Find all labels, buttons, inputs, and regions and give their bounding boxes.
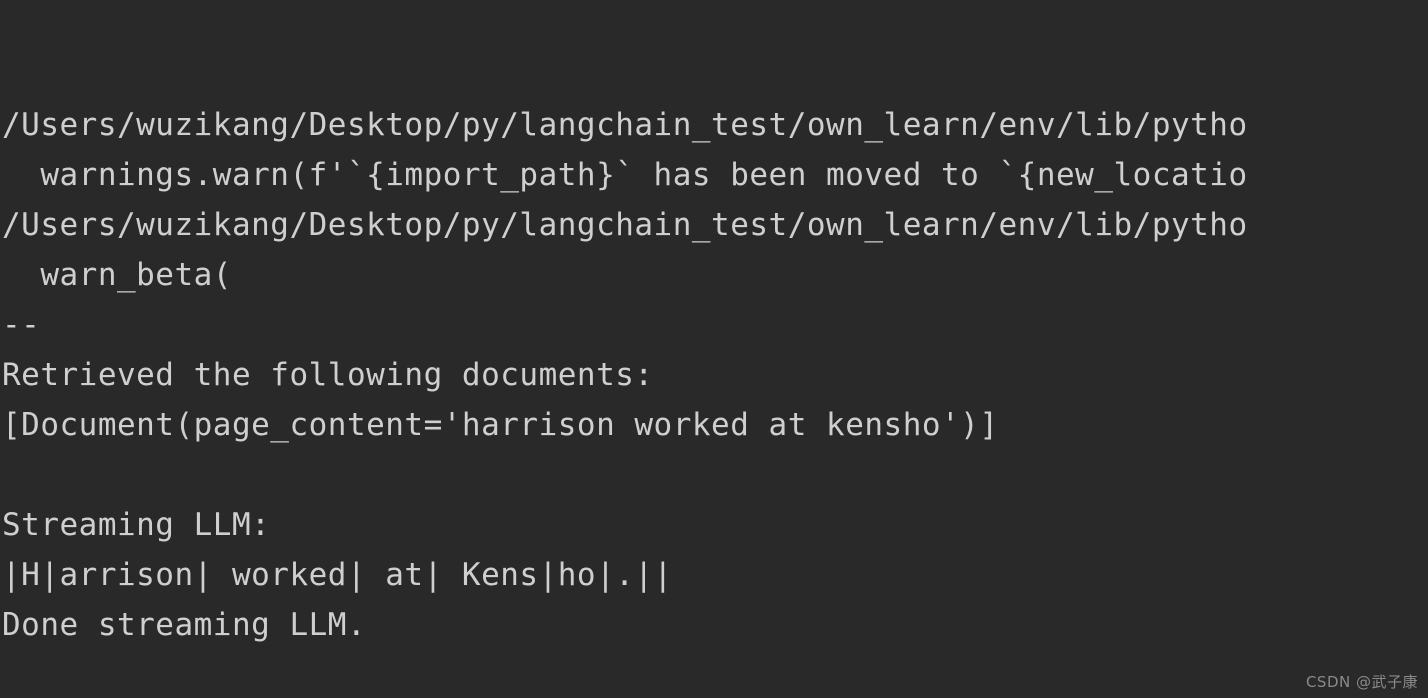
output-line: -- xyxy=(0,300,1428,350)
output-text: /Users/wuzikang/Desktop/py/langchain_tes… xyxy=(2,107,1248,143)
command-line: ➜ python3 test03.py xyxy=(0,50,1428,100)
output-text: Streaming LLM: xyxy=(2,507,271,543)
output-line: Done streaming LLM. xyxy=(0,600,1428,650)
output-text: warnings.warn(f'`{import_path}` has been… xyxy=(2,157,1248,193)
output-line: Retrieved the following documents: xyxy=(0,350,1428,400)
output-line: /Users/wuzikang/Desktop/py/langchain_tes… xyxy=(0,100,1428,150)
output-text: warn_beta( xyxy=(2,257,232,293)
terminal-window[interactable]: py/langchain_test/own_learn via 3.12.2 v… xyxy=(0,0,1428,698)
output-line: /Users/wuzikang/Desktop/py/langchain_tes… xyxy=(0,200,1428,250)
output-text: -- xyxy=(2,307,41,343)
output-line: warn_beta( xyxy=(0,250,1428,300)
output-line: [Document(page_content='harrison worked … xyxy=(0,400,1428,450)
csdn-watermark: CSDN @武子康 xyxy=(1305,673,1418,691)
output-text: |H|arrison| worked| at| Kens|ho|.|| xyxy=(2,557,673,593)
output-text: Done streaming LLM. xyxy=(2,607,367,643)
output-line-blank xyxy=(0,450,1428,500)
output-text: Retrieved the following documents: xyxy=(2,357,654,393)
output-text: /Users/wuzikang/Desktop/py/langchain_tes… xyxy=(2,207,1248,243)
output-text: [Document(page_content='harrison worked … xyxy=(2,407,999,443)
output-line: warnings.warn(f'`{import_path}` has been… xyxy=(0,150,1428,200)
output-line: Streaming LLM: xyxy=(0,500,1428,550)
output-line: |H|arrison| worked| at| Kens|ho|.|| xyxy=(0,550,1428,600)
prompt-line: py/langchain_test/own_learn via 3.12.2 v… xyxy=(0,0,1428,50)
